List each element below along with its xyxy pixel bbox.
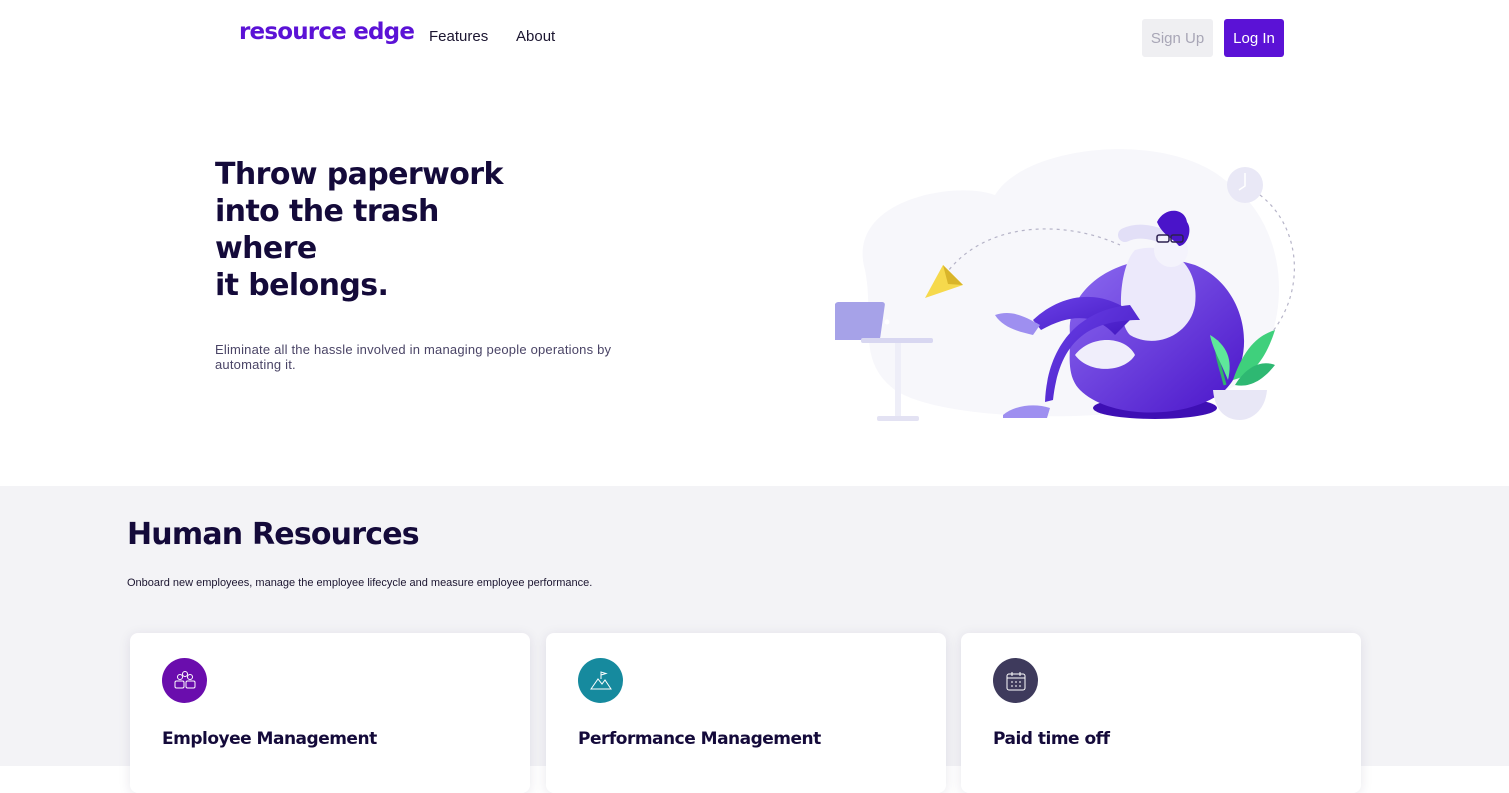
nav-about-link[interactable]: About [516,28,555,45]
hero-title-line-3: it belongs. [215,268,389,303]
feature-card-paid-time-off[interactable]: Paid time off [961,633,1361,793]
card-title: Performance Management [578,729,821,749]
calendar-icon [993,658,1038,703]
team-icon [162,658,207,703]
feature-card-performance-management[interactable]: Performance Management [546,633,946,793]
hero-subtitle: Eliminate all the hassle involved in man… [215,342,612,372]
hero-title-line-2: into the trash where [215,194,439,266]
sign-up-button[interactable]: Sign Up [1142,19,1213,57]
card-title: Paid time off [993,729,1110,749]
section-subtitle: Onboard new employees, manage the employ… [127,577,593,589]
mountain-flag-icon [578,658,623,703]
section-title: Human Resources [127,517,420,552]
log-in-button[interactable]: Log In [1224,19,1284,57]
hero-illustration [835,149,1295,421]
nav-features-link[interactable]: Features [429,28,488,45]
feature-card-employee-management[interactable]: Employee Management [130,633,530,793]
card-title: Employee Management [162,729,377,749]
hero-title: Throw paperwork into the trash where it … [215,156,545,304]
brand-logo[interactable]: resource edge [239,19,415,45]
hero-title-line-1: Throw paperwork [215,157,503,192]
